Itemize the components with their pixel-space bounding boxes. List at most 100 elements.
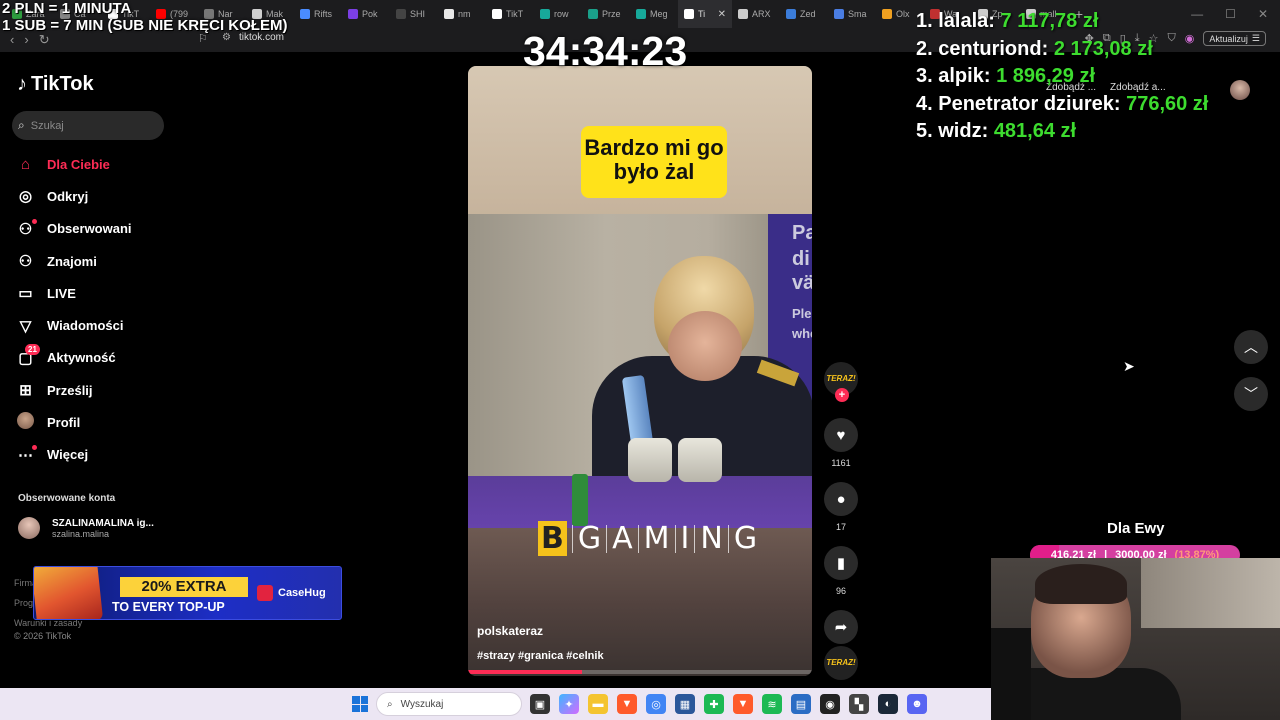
sidebar-item-wiadomości[interactable]: ▽ Wiadomości	[17, 309, 197, 341]
browser-tab[interactable]: row	[534, 0, 582, 28]
profile-avatar[interactable]	[1230, 80, 1250, 100]
taskbar-search-input[interactable]: ⌕ Wyszukaj	[376, 692, 522, 716]
sidebar-item-obserwowani[interactable]: ⚇ Obserwowani	[17, 213, 197, 245]
sidebar-item-label: Dla Ciebie	[47, 156, 110, 172]
browser-tab[interactable]: Prze	[582, 0, 630, 28]
tiktok-logo[interactable]: ♪ TikTok	[17, 73, 94, 96]
music-disc-avatar[interactable]: TERAZ!	[824, 646, 858, 680]
previous-video-button[interactable]: ︿	[1234, 330, 1268, 364]
copyright: © 2026 TikTok	[14, 631, 72, 641]
treasure-chest-icon	[34, 567, 104, 619]
leaderboard-rank: 2.	[916, 37, 933, 60]
browser-tab[interactable]: Ti ✕	[678, 0, 732, 28]
close-tab-icon[interactable]: ✕	[718, 9, 726, 20]
video-green-bottle	[572, 474, 588, 526]
task-view-icon[interactable]: ▣	[530, 694, 550, 714]
steam-icon[interactable]: ◐	[878, 694, 898, 714]
video-hashtags[interactable]: #strazy #granica #celnik	[477, 650, 604, 662]
casehug-promo-banner[interactable]: 20% EXTRA TO EVERY TOP-UP CaseHug	[33, 566, 342, 620]
watermark-letter: M	[643, 521, 670, 556]
app-icon-green[interactable]: ✚	[704, 694, 724, 714]
brave-icon[interactable]: ▼	[617, 694, 637, 714]
sidebar-item-aktywność[interactable]: ▢ 21 Aktywność	[17, 342, 197, 374]
creator-avatar[interactable]: TERAZ! +	[824, 362, 858, 402]
browser-tab[interactable]: ARX	[732, 0, 780, 28]
follow-plus-icon[interactable]: +	[835, 388, 849, 402]
video-author[interactable]: polskateraz	[477, 624, 543, 638]
comment-action[interactable]: ● 17	[822, 482, 860, 532]
save-action[interactable]: ▮ 96	[822, 546, 860, 596]
creator-avatar-label: TERAZ!	[826, 374, 856, 383]
leaderboard-rank: 5.	[916, 120, 933, 142]
video-player[interactable]: Pa di vä Ple whe Bardzo mi go było żal B…	[468, 66, 812, 676]
notepad-icon[interactable]: ▤	[791, 694, 811, 714]
heart-icon[interactable]: ♥	[824, 418, 858, 452]
copilot-icon[interactable]: ✦	[559, 694, 579, 714]
leaderboard-rank: 1.	[916, 10, 933, 32]
upload-icon: ⊞	[19, 382, 32, 400]
screen: Zara Ca TikT (799 Nar Mak Rifts Pok SHI nm TikT row…	[0, 0, 1280, 720]
sidebar-item-label: Znajomi	[47, 253, 97, 269]
browser-tab[interactable]: Pok	[342, 0, 390, 28]
promo-headline: 20% EXTRA	[120, 577, 248, 597]
avatar-icon	[17, 412, 34, 433]
sidebar-item-live[interactable]: ▭ LIVE	[17, 277, 197, 309]
windows-start-icon[interactable]	[352, 696, 368, 712]
share-icon[interactable]: ➦	[824, 610, 858, 644]
browser-tab[interactable]: nm	[438, 0, 486, 28]
browser-tab[interactable]: Zed	[780, 0, 828, 28]
back-icon[interactable]: ‹	[10, 32, 14, 48]
update-label: Aktualizuj	[1209, 33, 1248, 44]
home-icon: ⌂	[20, 155, 31, 173]
music-disc-label: TERAZ!	[826, 658, 856, 667]
bookmark-icon[interactable]: ▮	[824, 546, 858, 580]
calculator-icon[interactable]: ▦	[675, 694, 695, 714]
close-window-icon[interactable]: ✕	[1258, 7, 1268, 21]
sidebar-item-znajomi[interactable]: ⚇ Znajomi	[17, 245, 197, 277]
update-button[interactable]: Aktualizuj ☰	[1203, 31, 1266, 46]
rate-line-1: 2 PLN = 1 MINUTA	[2, 0, 132, 17]
watermark-separator	[727, 524, 729, 553]
sound-app-icon[interactable]: ▚	[849, 694, 869, 714]
favicon-generic	[834, 9, 844, 19]
browser-tab[interactable]: Rifts	[294, 0, 342, 28]
followed-account[interactable]: SZALINAMALINA ig... szalina.malina	[18, 517, 154, 539]
browser-tab[interactable]: Sma	[828, 0, 876, 28]
brave-beta-icon[interactable]: ▼	[733, 694, 753, 714]
browser-tab-label: row	[554, 9, 569, 19]
browser-tab[interactable]: TikT	[486, 0, 534, 28]
sidebar-item-profil[interactable]: Profil	[17, 406, 197, 438]
sidebar-item-więcej[interactable]: ⋯ Więcej	[17, 439, 197, 471]
browser-tab[interactable]: Meg	[630, 0, 678, 28]
sidebar-item-dla-ciebie[interactable]: ⌂ Dla Ciebie	[17, 148, 197, 180]
action-rail: TERAZ! + ♥ 1161 ● 17 ▮ 96 ➦ 15 TERAZ!	[822, 362, 860, 680]
like-count: 1161	[831, 458, 851, 468]
rate-line-2: 1 SUB = 7 MIN (SUB NIE KRĘCI KOŁEM)	[2, 17, 288, 34]
next-video-button[interactable]: ﹀	[1234, 377, 1268, 411]
browser-tab[interactable]: SHI	[390, 0, 438, 28]
sidebar-item-prześlij[interactable]: ⊞ Prześlij	[17, 374, 197, 406]
forward-icon[interactable]: ›	[24, 32, 28, 48]
comment-icon[interactable]: ●	[824, 482, 858, 516]
watermark-letter: G	[733, 521, 758, 556]
sidebar-item-odkryj[interactable]: ◎ Odkryj	[17, 180, 197, 212]
browser-tab-label: Zed	[800, 9, 816, 19]
reload-icon[interactable]: ↻	[39, 32, 50, 48]
banner-text: di	[792, 248, 810, 270]
sidebar-item-label: Aktywność	[47, 350, 116, 366]
obs-icon[interactable]: ◉	[820, 694, 840, 714]
leaderboard-amount: 776,60 zł	[1126, 92, 1209, 115]
favicon-generic	[540, 9, 550, 19]
discord-icon[interactable]: ☻	[907, 694, 927, 714]
like-action[interactable]: ♥ 1161	[822, 418, 860, 468]
logo-text: TikTok	[31, 73, 94, 95]
audio-icon	[684, 9, 694, 19]
file-explorer-icon[interactable]: ▬	[588, 694, 608, 714]
maximize-icon[interactable]: ☐	[1225, 7, 1236, 21]
spotify-icon[interactable]: ≋	[762, 694, 782, 714]
leaderboard-name: lalala:	[938, 10, 995, 32]
search-input[interactable]: ⌕ Szukaj	[12, 111, 164, 140]
video-progress-bar[interactable]	[468, 670, 812, 674]
donor-leaderboard: 1. lalala: 7 117,78 zł 2. centuriond: 2 1…	[916, 8, 1208, 146]
chrome-icon[interactable]: ◎	[646, 694, 666, 714]
